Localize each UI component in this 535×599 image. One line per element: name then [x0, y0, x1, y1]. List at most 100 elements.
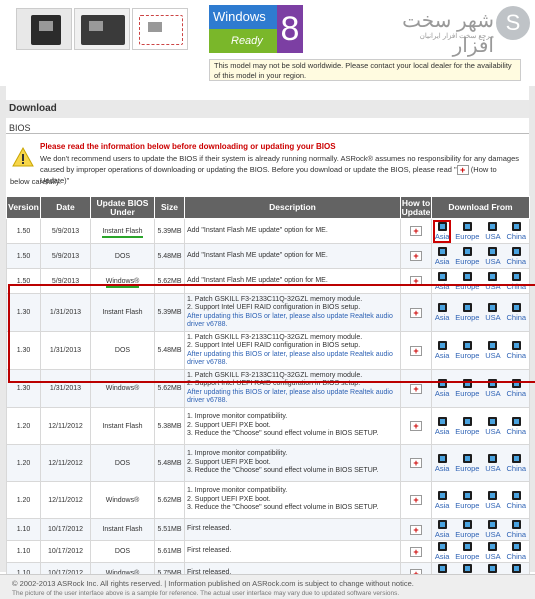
- cell-update-under: Instant Flash: [90, 407, 155, 445]
- download-china-link[interactable]: China: [506, 303, 526, 322]
- download-usa-link[interactable]: USA: [485, 303, 501, 322]
- download-usa-link[interactable]: USA: [485, 416, 501, 436]
- download-mirrors: Asia Europe USA China: [432, 520, 529, 539]
- download-usa-link[interactable]: USA: [485, 379, 501, 398]
- mirror-label: USA: [485, 530, 501, 539]
- download-usa-link[interactable]: USA: [485, 246, 501, 266]
- download-china-link[interactable]: China: [506, 490, 526, 510]
- cell-date: 12/11/2012: [40, 481, 91, 519]
- mirror-label: China: [506, 389, 527, 398]
- download-china-link[interactable]: China: [506, 542, 526, 561]
- cell-description: Add "Instant Flash ME update" option for…: [184, 218, 401, 244]
- mirror-label: China: [506, 463, 527, 473]
- download-asia-link[interactable]: Asia: [435, 303, 449, 322]
- download-icon: [511, 379, 521, 388]
- download-europe-link[interactable]: Europe: [455, 246, 479, 266]
- how-to-update-icon[interactable]: +: [410, 524, 422, 535]
- how-to-update-icon[interactable]: +: [410, 251, 422, 261]
- how-to-update-icon[interactable]: +: [410, 307, 422, 318]
- how-to-update-icon[interactable]: +: [410, 421, 422, 431]
- download-icon: [437, 520, 447, 529]
- description-line: 2. Support Intel UEFI RAID configuration…: [187, 342, 361, 349]
- update-under-label: Instant Flash: [102, 309, 143, 316]
- download-mirrors: Asia Europe USA China: [432, 379, 529, 398]
- download-usa-link[interactable]: USA: [485, 221, 501, 241]
- download-china-link[interactable]: China: [506, 520, 526, 539]
- mirror-label: Asia: [434, 281, 450, 291]
- download-mirrors: Asia Europe USA China: [432, 341, 529, 360]
- download-europe-link[interactable]: Europe: [455, 221, 479, 241]
- download-china-link[interactable]: China: [506, 246, 526, 266]
- description-note-link[interactable]: After updating this BIOS or later, pleas…: [187, 389, 400, 406]
- cell-description: 1. Patch GSKILL F3-2133C11Q-32GZL memory…: [184, 293, 401, 332]
- download-asia-link[interactable]: Asia: [435, 520, 449, 539]
- mirror-label: Europe: [455, 530, 480, 539]
- cell-version: 1.30: [6, 331, 41, 370]
- cell-how-to-update: +: [400, 369, 432, 408]
- download-icon: [488, 453, 498, 463]
- mirror-label: USA: [485, 256, 501, 266]
- download-asia-link[interactable]: Asia: [435, 542, 449, 561]
- download-usa-link[interactable]: USA: [485, 271, 501, 291]
- cell-how-to-update: +: [400, 444, 432, 482]
- download-asia-link[interactable]: Asia: [435, 490, 449, 510]
- download-icon: [511, 542, 521, 551]
- how-to-update-icon[interactable]: +: [410, 458, 422, 468]
- download-asia-link[interactable]: Asia: [435, 416, 449, 436]
- description-line: 3. Reduce the "Choose" sound effect volu…: [187, 430, 379, 438]
- mirror-label: Europe: [455, 389, 480, 398]
- download-china-link[interactable]: China: [506, 416, 526, 436]
- download-europe-link[interactable]: Europe: [455, 341, 479, 360]
- download-europe-link[interactable]: Europe: [455, 453, 480, 473]
- description-line: 2. Support UEFI PXE boot.: [187, 421, 271, 429]
- product-thumbnail[interactable]: [16, 8, 72, 50]
- cell-version: 1.30: [6, 369, 41, 408]
- download-asia-link[interactable]: Asia: [435, 453, 449, 473]
- cell-description: 1. Improve monitor compatibility. 2. Supp…: [184, 481, 401, 519]
- description-line: 1. Patch GSKILL F3-2133C11Q-32GZL memory…: [187, 371, 363, 379]
- how-to-update-icon[interactable]: +: [410, 546, 422, 557]
- download-usa-link[interactable]: USA: [485, 453, 501, 473]
- download-asia-link[interactable]: Asia: [434, 271, 450, 291]
- cell-description: 1. Patch GSKILL F3-2133C11Q-32GZL memory…: [184, 369, 401, 408]
- download-china-link[interactable]: China: [506, 221, 526, 241]
- download-asia-link[interactable]: Asia: [435, 341, 449, 360]
- how-to-update-icon[interactable]: +: [410, 383, 422, 394]
- download-china-link[interactable]: China: [506, 453, 527, 473]
- download-icon: [437, 246, 447, 256]
- download-usa-link[interactable]: USA: [485, 542, 501, 561]
- description-note-link[interactable]: After updating this BIOS or later, pleas…: [187, 351, 400, 368]
- download-asia-link[interactable]: Asia: [435, 246, 449, 266]
- download-europe-link[interactable]: Europe: [455, 520, 479, 539]
- download-europe-link[interactable]: Europe: [455, 303, 479, 322]
- mirror-label: Europe: [455, 463, 480, 473]
- mirror-label: Europe: [455, 351, 480, 360]
- download-china-link[interactable]: China: [506, 379, 526, 398]
- cell-how-to-update: +: [400, 293, 432, 332]
- product-thumbnail[interactable]: [132, 8, 188, 50]
- download-europe-link[interactable]: Europe: [455, 416, 479, 436]
- download-icon: [437, 303, 447, 312]
- download-icon: [511, 303, 521, 312]
- description-note-link[interactable]: After updating this BIOS or later, pleas…: [187, 313, 400, 330]
- download-europe-link[interactable]: Europe: [455, 542, 479, 561]
- how-to-update-icon[interactable]: +: [456, 165, 469, 176]
- description-line: 2. Support Intel UEFI RAID configuration…: [187, 304, 361, 311]
- download-europe-link[interactable]: Europe: [455, 271, 479, 291]
- cell-date: 12/11/2012: [40, 444, 91, 482]
- download-asia-link[interactable]: Asia: [435, 379, 449, 398]
- product-thumbnail[interactable]: [74, 8, 130, 50]
- how-to-update-icon[interactable]: +: [410, 495, 422, 505]
- how-to-update-icon[interactable]: +: [410, 276, 422, 286]
- cell-size: 5.48MB: [154, 331, 185, 370]
- download-usa-link[interactable]: USA: [485, 341, 501, 360]
- how-to-update-icon[interactable]: +: [410, 345, 422, 356]
- download-china-link[interactable]: China: [506, 341, 526, 360]
- how-to-update-icon[interactable]: +: [410, 226, 422, 236]
- download-usa-link[interactable]: USA: [485, 490, 501, 510]
- download-europe-link[interactable]: Europe: [455, 379, 479, 398]
- download-asia-link[interactable]: Asia: [432, 219, 452, 243]
- download-china-link[interactable]: China: [506, 271, 526, 291]
- download-usa-link[interactable]: USA: [485, 520, 501, 539]
- download-europe-link[interactable]: Europe: [455, 490, 479, 510]
